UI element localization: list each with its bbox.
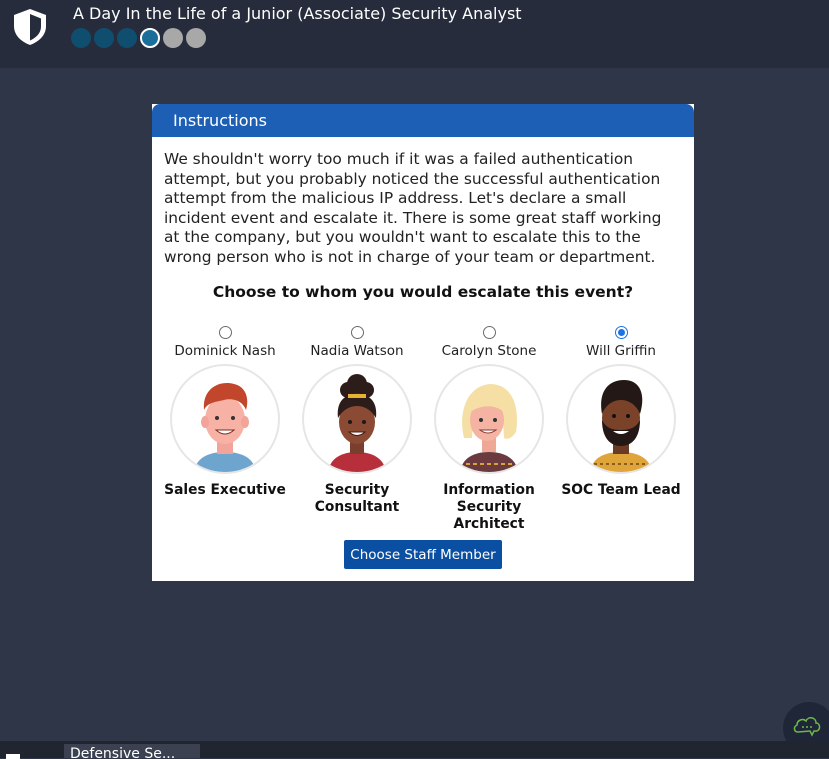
staff-option-will-griffin[interactable]: Will Griffin SOC Team Lead (559, 326, 683, 499)
staff-name: Will Griffin (586, 343, 656, 359)
staff-radio[interactable] (218, 326, 232, 339)
escalation-question: Choose to whom you would escalate this e… (212, 283, 634, 301)
progress-dots (71, 28, 206, 48)
avatar[interactable] (170, 364, 280, 474)
top-bar: A Day In the Life of a Junior (Associate… (0, 0, 829, 68)
shield-icon (14, 9, 46, 45)
staff-name: Nadia Watson (310, 343, 404, 359)
avatar[interactable] (566, 364, 676, 474)
instructions-dialog: Instructions We shouldn't worry too much… (152, 104, 694, 581)
staff-option-dominick-nash[interactable]: Dominick Nash Sales Executive (163, 326, 287, 499)
progress-dot-5 (163, 28, 183, 48)
progress-dot-3 (117, 28, 137, 48)
dialog-header: Instructions (152, 104, 694, 137)
staff-option-carolyn-stone[interactable]: Carolyn Stone Information Security Archi… (427, 326, 551, 533)
staff-option-nadia-watson[interactable]: Nadia Watson Security Consultant (295, 326, 419, 516)
staff-radio-selected[interactable] (614, 326, 628, 339)
avatar[interactable] (302, 364, 412, 474)
progress-dot-2 (94, 28, 114, 48)
staff-name: Dominick Nash (174, 343, 276, 359)
staff-role: SOC Team Lead (561, 482, 681, 498)
progress-dot-current (140, 28, 160, 48)
progress-dot-6 (186, 28, 206, 48)
staff-role: Sales Executive (164, 482, 286, 498)
woman-avatar-icon (328, 374, 386, 472)
staff-radio[interactable] (350, 326, 364, 339)
staff-radio[interactable] (482, 326, 496, 339)
taskbar-tab[interactable]: Defensive Se... (64, 744, 200, 758)
instructions-text: We shouldn't worry too much if it was a … (164, 150, 662, 266)
menu-icon[interactable] (6, 754, 20, 759)
woman-avatar-icon (460, 384, 518, 472)
app-title: A Day In the Life of a Junior (Associate… (73, 4, 522, 23)
bearded-man-avatar-icon (590, 380, 652, 472)
avatar[interactable] (434, 364, 544, 474)
staff-role: Information Security Architect (443, 482, 535, 532)
taskbar: Defensive Se... (0, 741, 829, 759)
staff-name: Carolyn Stone (441, 343, 537, 359)
choose-staff-member-button[interactable]: Choose Staff Member (344, 540, 502, 569)
staff-role: Security Consultant (314, 482, 400, 515)
man-avatar-icon (194, 383, 256, 472)
progress-dot-1 (71, 28, 91, 48)
